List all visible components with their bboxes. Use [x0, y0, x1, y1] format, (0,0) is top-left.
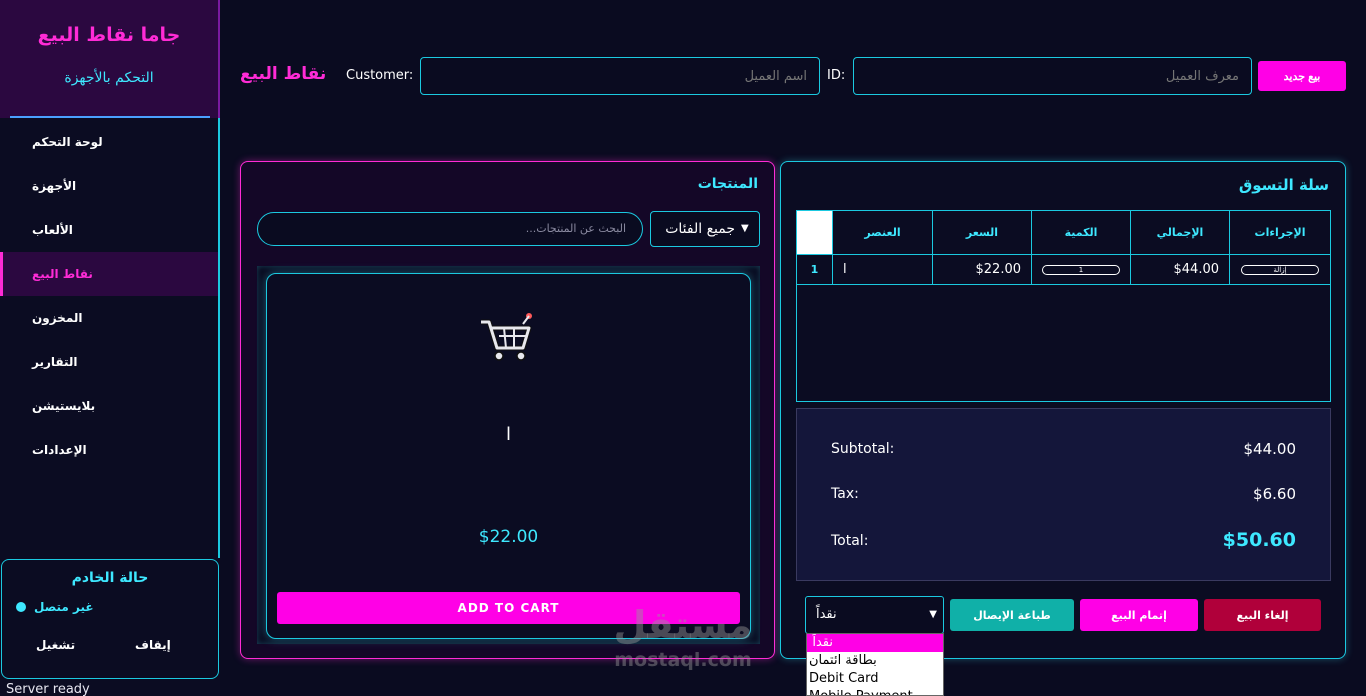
- server-stop-button[interactable]: إيقاف: [135, 638, 171, 652]
- sidebar-item-inventory[interactable]: المخزون: [0, 296, 218, 340]
- table-cell-index: 1: [797, 255, 833, 285]
- server-status-title: حالة الخادم: [71, 570, 149, 586]
- payment-method-select[interactable]: نقداً ▼: [805, 596, 944, 634]
- table-header-item: العنصر: [833, 211, 933, 255]
- subtotal-value: $44.00: [1243, 440, 1297, 458]
- table-header-actions: الإجراءات: [1230, 211, 1330, 255]
- category-select-value: جميع الفئات: [665, 221, 735, 237]
- chevron-down-icon: ▼: [741, 223, 749, 234]
- server-start-button[interactable]: تشغيل: [36, 638, 75, 652]
- cart-panel: سلة التسوق العنصر السعر الكمية الإجمالي …: [780, 161, 1346, 659]
- total-label: Total:: [831, 533, 869, 549]
- subtotal-label: Subtotal:: [831, 441, 895, 457]
- table-header-total: الإجمالي: [1131, 211, 1230, 255]
- customer-id-input[interactable]: [853, 57, 1252, 95]
- status-dot-icon: [16, 602, 26, 612]
- category-select[interactable]: جميع الفئات ▼: [650, 211, 760, 247]
- table-header-index: [797, 211, 833, 255]
- sidebar-item-games[interactable]: الألعاب: [0, 208, 218, 252]
- payment-option-mobile[interactable]: Mobile Payment: [807, 688, 943, 695]
- watermark-latin: mostaql.com: [614, 649, 752, 671]
- page-title: نقاط البيع: [240, 64, 327, 84]
- sidebar-divider: [10, 116, 210, 118]
- sidebar-nav: لوحة التحكم الأجهزة الألعاب نقاط البيع ا…: [0, 120, 218, 472]
- product-name: ا: [505, 424, 511, 445]
- sidebar-item-dashboard[interactable]: لوحة التحكم: [0, 120, 218, 164]
- server-status-panel: حالة الخادم غير متصل تشغيل إيقاف: [1, 559, 219, 679]
- customer-label: Customer:: [346, 68, 414, 83]
- watermark-arabic: مستقل: [613, 603, 753, 647]
- products-title: المنتجات: [697, 176, 758, 192]
- quantity-stepper[interactable]: 1: [1042, 264, 1120, 275]
- cart-title: سلة التسوق: [1238, 176, 1329, 194]
- status-bar-text: Server ready: [6, 682, 90, 696]
- sidebar-item-settings[interactable]: الإعدادات: [0, 428, 218, 472]
- watermark: مستقل mostaql.com: [600, 602, 766, 682]
- product-search-input[interactable]: البحث عن المنتجات...: [257, 212, 643, 246]
- product-price: $22.00: [478, 527, 539, 547]
- sidebar: جاما نقاط البيع التحكم بالأجهزة لوحة الت…: [0, 0, 220, 696]
- table-cell-item: ا: [833, 255, 933, 285]
- sidebar-border: [218, 118, 220, 558]
- table-cell-actions: إزالة: [1230, 255, 1330, 285]
- product-grid: ا $22.00 ADD TO CART: [257, 266, 760, 644]
- complete-sale-button[interactable]: إتمام البيع: [1080, 599, 1198, 631]
- server-status-text: غير متصل: [34, 600, 94, 614]
- chevron-down-icon: ▼: [929, 609, 937, 620]
- table-cell-price: $22.00: [933, 255, 1032, 285]
- app-title: جاما نقاط البيع: [37, 24, 181, 46]
- product-card[interactable]: ا $22.00 ADD TO CART: [266, 273, 751, 639]
- table-cell-quantity: 1: [1032, 255, 1131, 285]
- id-label: ID:: [827, 68, 846, 83]
- sidebar-header: جاما نقاط البيع التحكم بالأجهزة: [0, 0, 220, 118]
- sidebar-item-reports[interactable]: التقارير: [0, 340, 218, 384]
- payment-option-debit-card[interactable]: Debit Card: [807, 670, 943, 688]
- payment-option-cash[interactable]: نقداً: [807, 634, 943, 652]
- print-receipt-button[interactable]: طباعة الإيصال: [950, 599, 1074, 631]
- shopping-cart-icon: [481, 313, 532, 361]
- server-status-indicator: غير متصل: [16, 600, 94, 614]
- cancel-sale-button[interactable]: إلغاء البيع: [1204, 599, 1321, 631]
- sidebar-item-playstation[interactable]: بلايستيشن: [0, 384, 218, 428]
- products-panel: المنتجات البحث عن المنتجات... جميع الفئا…: [240, 161, 775, 659]
- tax-value: $6.60: [1253, 485, 1296, 503]
- remove-item-button[interactable]: إزالة: [1241, 264, 1319, 275]
- sidebar-item-devices[interactable]: الأجهزة: [0, 164, 218, 208]
- table-cell-total: $44.00: [1131, 255, 1230, 285]
- payment-method-value: نقداً: [816, 607, 837, 622]
- payment-option-credit-card[interactable]: بطاقة ائتمان: [807, 652, 943, 670]
- payment-method-options: نقداً بطاقة ائتمان Debit Card Mobile Pay…: [806, 633, 944, 696]
- app-subtitle: التحكم بالأجهزة: [64, 70, 154, 86]
- table-header-quantity: الكمية: [1032, 211, 1131, 255]
- sidebar-item-pos[interactable]: نقاط البيع: [0, 252, 218, 296]
- customer-name-input[interactable]: [420, 57, 820, 95]
- tax-label: Tax:: [831, 486, 859, 502]
- table-header-price: السعر: [933, 211, 1032, 255]
- total-value: $50.60: [1222, 529, 1296, 551]
- cart-summary: Subtotal: $44.00 Tax: $6.60 Total: $50.6…: [796, 408, 1331, 581]
- new-sale-button[interactable]: بيع جديد: [1258, 61, 1346, 91]
- cart-table: العنصر السعر الكمية الإجمالي الإجراءات 1…: [796, 210, 1331, 402]
